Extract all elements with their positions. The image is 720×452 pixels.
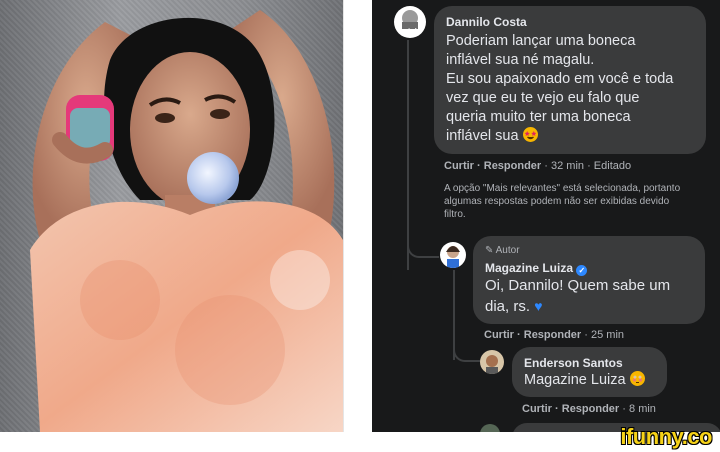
like-link[interactable]: Curtir bbox=[444, 160, 474, 172]
star-struck-emoji bbox=[522, 127, 538, 142]
like-link[interactable]: Curtir bbox=[484, 329, 514, 341]
divider-strip bbox=[343, 0, 372, 432]
flushed-face-emoji bbox=[629, 371, 645, 386]
comment-timestamp[interactable]: 25 min bbox=[591, 329, 624, 341]
notice-line: filtro. bbox=[444, 209, 466, 220]
relevance-notice: A opção "Mais relevantes" está seleciona… bbox=[444, 182, 720, 221]
author-tag: ✎ Autor bbox=[485, 244, 693, 257]
comment-author[interactable]: Enderson Santos bbox=[524, 355, 655, 371]
reply-link[interactable]: Responder bbox=[484, 160, 541, 172]
comment-bubble-dannilo: Dannilo Costa Poderiam lançar uma boneca… bbox=[434, 6, 706, 154]
comment-line: inflável sua né magalu. bbox=[446, 52, 595, 68]
pencil-icon: ✎ bbox=[485, 245, 494, 256]
avatar-badge: Luto! bbox=[399, 28, 417, 35]
comment-line: Poderiam lançar uma boneca bbox=[446, 33, 636, 49]
like-link[interactable]: Curtir bbox=[522, 403, 552, 415]
comments-panel: Luto! Dannilo Costa Poderiam lançar uma … bbox=[372, 0, 720, 432]
comment-line: inflável sua bbox=[446, 128, 519, 144]
comment-timestamp[interactable]: 8 min bbox=[629, 403, 656, 415]
author-tag-label: Autor bbox=[495, 245, 520, 256]
comment-text: Oi, Dannilo! Quem sabe um dia, rs. ♥ bbox=[485, 276, 693, 317]
comment-timestamp[interactable]: 32 min · Editado bbox=[551, 160, 631, 172]
bottom-strip bbox=[0, 432, 720, 452]
avatar-person-icon bbox=[486, 355, 498, 374]
thread-connector-reply bbox=[453, 320, 483, 362]
comment-line: Oi, Dannilo! Quem sabe um bbox=[485, 277, 671, 294]
magazine-luiza-avatar[interactable] bbox=[440, 242, 466, 268]
gum-bubble bbox=[187, 152, 239, 204]
comment-text: Magazine Luiza bbox=[524, 371, 655, 390]
comment-line-last: dia, rs. ♥ bbox=[485, 296, 693, 317]
thread-connector bbox=[407, 210, 439, 258]
comment-line: queria muito ter uma boneca bbox=[446, 109, 631, 125]
verified-badge-icon: ✓ bbox=[576, 265, 588, 276]
comment-actions: Curtir · Responder · 32 min · Editado bbox=[444, 160, 632, 172]
comment-bubble-enderson: Enderson Santos Magazine Luiza bbox=[512, 347, 667, 397]
comment-author-row: Magazine Luiza ✓ bbox=[485, 260, 693, 276]
blue-heart-emoji: ♥ bbox=[534, 298, 543, 314]
comment-line: Magazine Luiza bbox=[524, 372, 626, 388]
comment-line: Eu sou apaixonado em você e toda bbox=[446, 71, 674, 87]
comment-actions: Curtir · Responder · 8 min bbox=[522, 403, 656, 415]
photo-panel bbox=[0, 0, 343, 432]
comment-author[interactable]: Dannilo Costa bbox=[446, 14, 694, 30]
comment-line-last: inflável sua bbox=[446, 127, 694, 146]
ifunny-watermark: ifunny.co bbox=[620, 424, 712, 449]
reply-link[interactable]: Responder bbox=[524, 329, 581, 341]
comment-line: vez que eu te vejo eu falo que bbox=[446, 90, 640, 106]
comment-author[interactable]: Magazine Luiza bbox=[485, 261, 573, 275]
comment-bubble-magazine-luiza: ✎ Autor Magazine Luiza ✓ Oi, Dannilo! Qu… bbox=[473, 236, 705, 324]
comment-text: Poderiam lançar uma boneca inflável sua … bbox=[446, 32, 694, 146]
avatar-person-icon bbox=[446, 246, 460, 268]
woman-illustration bbox=[30, 10, 343, 432]
notice-line: algumas respostas podem não ser exibidas… bbox=[444, 196, 670, 207]
comment-actions: Curtir · Responder · 25 min bbox=[484, 329, 625, 341]
enderson-avatar[interactable] bbox=[480, 350, 504, 374]
notice-line: A opção "Mais relevantes" está seleciona… bbox=[444, 183, 681, 194]
next-comment-avatar[interactable] bbox=[480, 424, 500, 432]
comment-line: dia, rs. bbox=[485, 298, 531, 315]
reply-link[interactable]: Responder bbox=[562, 403, 619, 415]
